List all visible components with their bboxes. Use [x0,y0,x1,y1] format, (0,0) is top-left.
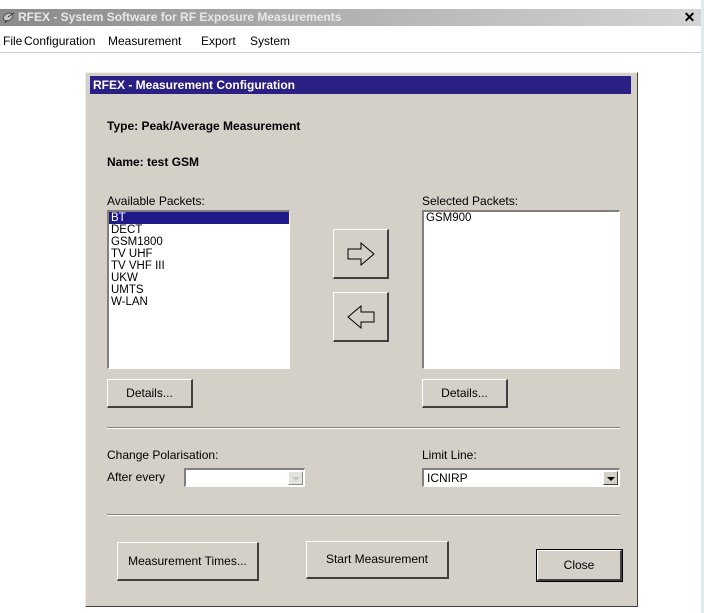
selected-packets-label: Selected Packets: [422,194,519,208]
list-item[interactable]: BT [109,212,289,224]
menu-system[interactable]: System [250,34,290,48]
list-item[interactable]: UKW [109,272,289,284]
menu-configuration[interactable]: Configuration [24,34,95,48]
menu-separator [0,52,701,53]
measurement-configuration-dialog: RFEX - Measurement Configuration Type: P… [85,72,638,607]
window-title: RFEX - System Software for RF Exposure M… [18,10,342,24]
start-measurement-button[interactable]: Start Measurement [306,541,449,579]
chevron-down-icon[interactable] [288,471,303,485]
list-item[interactable]: TV VHF III [109,260,289,272]
measurement-times-button[interactable]: Measurement Times... [117,542,259,581]
after-every-select[interactable] [184,468,305,487]
list-item[interactable]: GSM1800 [109,236,289,248]
change-polarisation-label: Change Polarisation: [107,448,219,462]
list-item[interactable]: TV UHF [109,248,289,260]
list-item[interactable]: UMTS [109,284,289,296]
menu-file[interactable]: File [3,34,22,48]
type-label: Type: Peak/Average Measurement [107,119,301,133]
selected-details-button[interactable]: Details... [422,379,508,408]
available-details-button[interactable]: Details... [107,379,193,408]
satellite-dish-icon [2,11,16,24]
divider [107,427,620,429]
dialog-title[interactable]: RFEX - Measurement Configuration [90,76,631,94]
list-item[interactable]: W-LAN [109,296,289,308]
list-item[interactable]: DECT [109,224,289,236]
close-button[interactable]: Close [536,549,623,582]
available-packets-list[interactable]: BT DECT GSM1800 TV UHF TV VHF III UKW UM… [107,210,290,369]
chevron-down-icon[interactable] [603,471,618,485]
limit-line-select[interactable]: ICNIRP [422,468,620,487]
limit-line-label: Limit Line: [422,448,477,462]
selected-packets-list[interactable]: GSM900 [422,210,620,369]
main-window: RFEX - System Software for RF Exposure M… [0,0,701,613]
list-item[interactable]: GSM900 [424,212,619,224]
add-packet-button[interactable] [333,229,389,279]
menu-bar: File Configuration Measurement Export Sy… [0,28,701,48]
limit-line-value: ICNIRP [427,471,468,485]
divider [107,514,620,516]
window-close-button[interactable]: ✕ [682,10,697,24]
available-packets-label: Available Packets: [107,194,205,208]
menu-export[interactable]: Export [201,34,236,48]
title-bar[interactable]: RFEX - System Software for RF Exposure M… [0,9,701,26]
after-every-label: After every [107,470,166,484]
menu-measurement[interactable]: Measurement [108,34,181,48]
name-label: Name: test GSM [107,155,200,169]
remove-packet-button[interactable] [333,292,389,342]
